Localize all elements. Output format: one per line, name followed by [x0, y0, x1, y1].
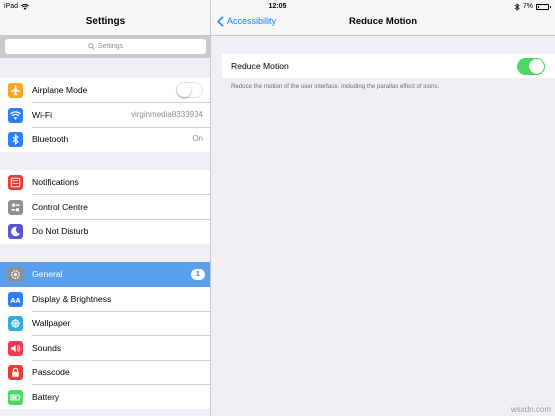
sidebar-item-sounds[interactable]: Sounds [0, 336, 210, 360]
sidebar-item-battery[interactable]: Battery [0, 385, 210, 410]
detail-pane: Accessibility Reduce Motion Reduce Motio… [211, 0, 555, 416]
reduce-motion-row: Reduce Motion [222, 54, 555, 78]
detail-title: Reduce Motion [348, 16, 418, 27]
update-badge: 1 [191, 269, 205, 280]
sidebar-item-label: Airplane Mode [32, 85, 88, 95]
sidebar-item-label: Display & Brightness [32, 293, 112, 304]
wifi-icon [8, 107, 23, 123]
sidebar-item-label: Sounds [32, 342, 62, 353]
wallpaper-icon [8, 316, 23, 331]
sidebar-item-airplane-mode[interactable]: Airplane Mode [0, 78, 210, 103]
reduce-motion-label: Reduce Motion [231, 61, 289, 71]
battery-status-icon [536, 3, 551, 10]
sidebar-item-label: Control Centre [32, 201, 88, 212]
lock-icon [8, 365, 23, 380]
battery-icon [8, 389, 23, 405]
gear-icon [8, 267, 23, 282]
search-icon [88, 43, 95, 50]
sidebar-item-label: General [32, 269, 63, 279]
status-time: 12:05 [268, 3, 287, 10]
sidebar-item-wallpaper[interactable]: Wallpaper [0, 311, 210, 336]
sidebar-item-value: On [192, 134, 203, 143]
sidebar-item-label: Wallpaper [32, 318, 71, 328]
notifications-icon [8, 175, 23, 190]
watermark: wsxdn.com [510, 405, 551, 414]
airplane-icon [8, 83, 23, 98]
reduce-motion-toggle[interactable] [517, 58, 545, 75]
sidebar-item-label: Bluetooth [32, 134, 69, 144]
sidebar-item-display-brightness[interactable]: AA Display & Brightness [0, 287, 210, 311]
svg-text:AA: AA [10, 296, 21, 304]
settings-sidebar: Settings Settings Airplane Mode Wi-Fi virg… [0, 0, 211, 416]
sidebar-item-passcode[interactable]: Passcode [0, 360, 210, 385]
sound-icon [8, 340, 23, 356]
battery-percent: 7% [522, 3, 533, 10]
sidebar-item-general[interactable]: General 1 [0, 262, 210, 287]
sidebar-item-label: Passcode [32, 367, 70, 377]
sidebar-title: Settings [85, 16, 126, 27]
search-placeholder: Settings [97, 43, 124, 50]
sidebar-item-bluetooth[interactable]: Bluetooth On [0, 127, 210, 152]
sidebar-item-do-not-disturb[interactable]: Do Not Disturb [0, 219, 210, 244]
settings-group-notifications: Notifications Control Centre Do Not Distur… [0, 170, 210, 244]
settings-group-general: General 1 AA Display & Brightness Wallpaper S… [0, 262, 210, 410]
sidebar-item-label: Wi-Fi [32, 109, 53, 120]
status-right: 7% [514, 0, 551, 13]
reduce-motion-description: Reduce the motion of the user interface,… [231, 83, 440, 90]
search-input[interactable]: Settings [5, 39, 206, 54]
sidebar-item-value: virginmedia8333934 [130, 109, 203, 119]
toggle-knob [529, 59, 544, 74]
display-brightness-icon: AA [8, 291, 23, 307]
sidebar-item-label: Notifications [32, 177, 79, 187]
sidebar-item-label: Do Not Disturb [32, 226, 89, 236]
sidebar-item-label: Battery [32, 391, 60, 402]
control-centre-icon [8, 199, 23, 215]
airplane-mode-toggle[interactable] [176, 82, 203, 98]
sidebar-item-wi-fi[interactable]: Wi-Fi virginmedia8333934 [0, 103, 210, 127]
status-bar: iPad 12:05 7% [0, 0, 555, 13]
bluetooth-icon [8, 132, 23, 147]
bluetooth-status-icon [514, 2, 520, 11]
sidebar-item-control-centre[interactable]: Control Centre [0, 195, 210, 219]
sidebar-item-notifications[interactable]: Notifications [0, 170, 210, 195]
toggle-knob [177, 83, 191, 97]
search-bar: Settings [0, 35, 210, 58]
moon-icon [8, 224, 23, 239]
settings-group-connectivity: Airplane Mode Wi-Fi virginmedia8333934 Blue… [0, 78, 210, 152]
